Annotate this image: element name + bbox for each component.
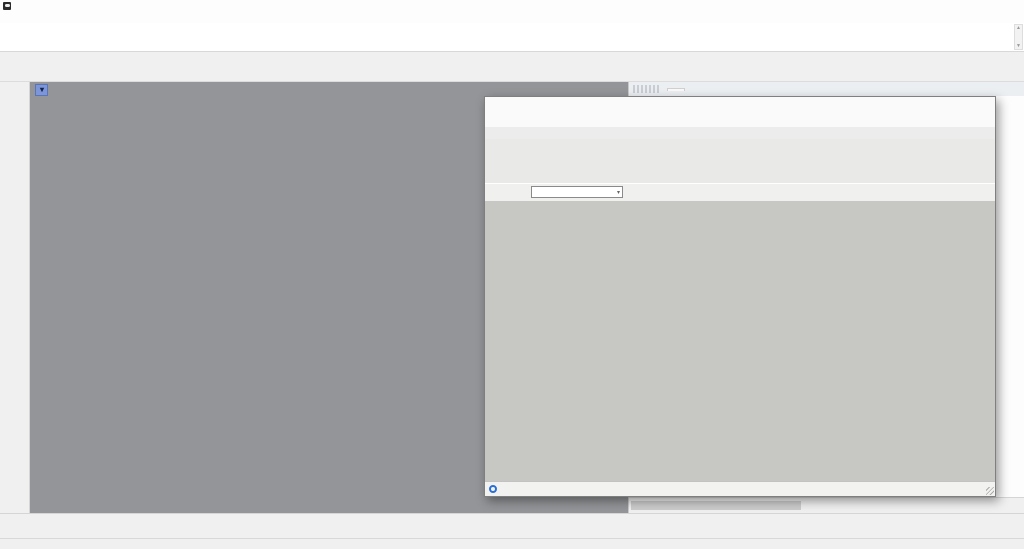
left-toolbar — [0, 82, 30, 513]
close-button[interactable] — [976, 97, 993, 113]
rhino-app-icon — [3, 2, 11, 10]
grasshopper-window[interactable]: ▾ — [484, 96, 996, 497]
rhino-menu-bar — [0, 11, 1024, 23]
grasshopper-title-bar — [485, 97, 995, 114]
layers-panel-header — [629, 82, 1024, 97]
grasshopper-menu-bar — [485, 113, 995, 127]
viewport-tab-bar — [0, 513, 1024, 524]
layers-tab[interactable] — [667, 88, 685, 91]
status-bar — [0, 538, 1024, 549]
viewport-label[interactable]: ▾ — [35, 84, 48, 96]
osnap-bar — [0, 524, 1024, 538]
minimize-button[interactable] — [942, 97, 959, 113]
layers-hscrollbar[interactable] — [629, 497, 1024, 513]
canvas-zoom-select[interactable]: ▾ — [531, 186, 623, 198]
panel-drag-grip[interactable] — [633, 85, 661, 93]
maximize-button[interactable] — [959, 97, 976, 113]
main-toolbar — [0, 63, 1024, 82]
resize-grip[interactable] — [986, 487, 994, 495]
command-area[interactable] — [0, 23, 1024, 52]
grasshopper-canvas[interactable] — [485, 201, 995, 484]
grasshopper-window-controls — [942, 97, 993, 113]
command-scrollbar[interactable] — [1014, 24, 1023, 50]
grasshopper-status-bar — [485, 481, 995, 496]
grasshopper-canvas-toolbar: ▾ — [485, 183, 995, 203]
rhino-desktop: { "rhino": { "title": "Miss_3D_SITE_Smal… — [0, 0, 1024, 549]
grasshopper-ribbon — [485, 139, 995, 183]
info-icon — [489, 485, 497, 493]
command-history-line — [4, 23, 1024, 31]
command-prompt[interactable] — [4, 38, 1024, 46]
command-history-line — [4, 31, 1024, 39]
